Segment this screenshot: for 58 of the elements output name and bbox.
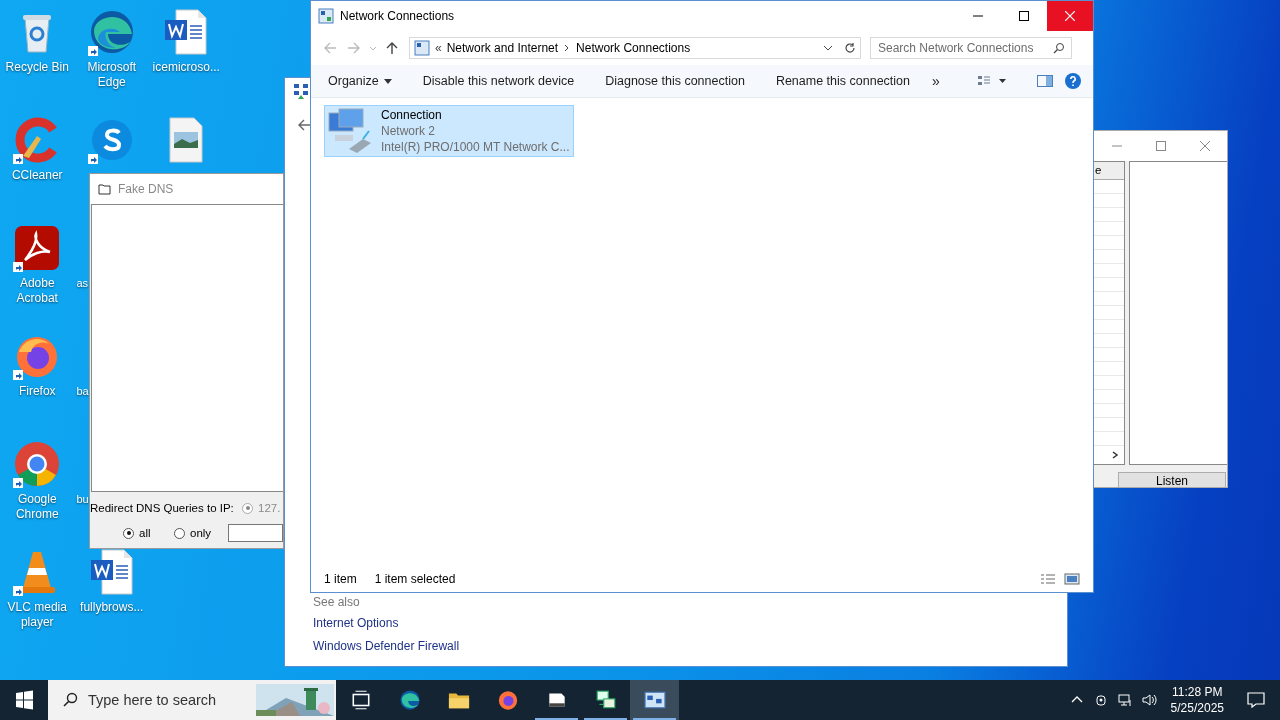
window-title: Fake DNS — [118, 182, 174, 196]
pdf-app-icon[interactable] — [13, 224, 62, 272]
folder-icon — [98, 183, 112, 195]
chrome-icon[interactable] — [13, 440, 62, 488]
scope-radio[interactable]: all — [123, 527, 174, 539]
caret-down-icon — [383, 77, 392, 85]
view-options-icon[interactable] — [977, 74, 1007, 88]
volume-icon[interactable] — [1140, 692, 1157, 708]
link[interactable]: Windows Defender Firewall — [313, 639, 460, 656]
status-text: 1 item selected — [374, 572, 456, 586]
address-bar[interactable]: « Network and Internet Network Connections — [409, 37, 861, 59]
command-button[interactable]: Organize — [311, 67, 406, 95]
large-icons-view-icon[interactable] — [1064, 573, 1080, 585]
notification-icon[interactable] — [1246, 690, 1266, 710]
scope-radio[interactable]: only — [174, 527, 228, 539]
more-commands-button[interactable]: » — [924, 67, 948, 95]
help-icon[interactable] — [1065, 73, 1081, 89]
window-title: Network Connections — [340, 9, 455, 23]
connection-name: Connection — [381, 107, 443, 123]
network-status-icon[interactable] — [1116, 692, 1133, 708]
network-icon — [318, 8, 334, 24]
firefox-icon — [496, 689, 519, 711]
maximize-icon — [1019, 11, 1029, 21]
column-header[interactable]: e — [1094, 162, 1124, 180]
command-button[interactable]: Disable this network device — [405, 67, 589, 95]
close-icon — [1065, 11, 1075, 21]
network-app-icon — [594, 689, 617, 711]
preview-pane-icon[interactable] — [1037, 73, 1053, 89]
breadcrumb-item[interactable]: Network Connections — [576, 41, 691, 55]
network-name: Network 2 — [381, 123, 437, 139]
search-placeholder: Type here to search — [88, 692, 217, 708]
up-arrow-icon[interactable] — [385, 41, 399, 55]
back-arrow-icon[interactable] — [297, 118, 311, 132]
refresh-icon[interactable] — [844, 42, 856, 54]
command-button[interactable]: Rename this connection — [758, 67, 924, 95]
dropdown-icon[interactable] — [823, 43, 833, 53]
search-field[interactable]: Search Network Connections — [870, 37, 1072, 59]
link[interactable]: Internet Options — [313, 616, 460, 633]
network-icon — [414, 40, 430, 56]
taskbar-search-field[interactable]: Type here to search — [48, 680, 336, 720]
listen-button[interactable]: Listen — [1118, 472, 1226, 487]
breadcrumb-item[interactable]: Network and Internet — [446, 41, 559, 55]
search-icon — [62, 692, 78, 708]
network-icon — [293, 83, 309, 99]
scroll-right-icon[interactable] — [1110, 450, 1120, 460]
window-icon — [643, 689, 666, 711]
status-text: 1 item — [324, 572, 357, 586]
redirect-label: Redirect DNS Queries to IP: — [90, 502, 235, 514]
connection-item[interactable]: Connection Network 2 Intel(R) PRO/1000 MT Network C... — [324, 105, 574, 157]
breadcrumb-overflow[interactable]: « — [435, 41, 442, 55]
taskbar-app-button[interactable] — [630, 680, 679, 720]
domain-field[interactable] — [228, 524, 283, 542]
adapter-name: Intel(R) PRO/1000 MT Network C... — [381, 139, 570, 155]
clock[interactable]: 11:28 PM 5/25/2025 — [1170, 684, 1224, 716]
edge-icon — [398, 689, 421, 711]
command-button[interactable]: Diagnose this connection — [588, 67, 759, 95]
search-icon[interactable] — [1053, 42, 1065, 54]
see-also-heading: See also — [313, 595, 361, 610]
